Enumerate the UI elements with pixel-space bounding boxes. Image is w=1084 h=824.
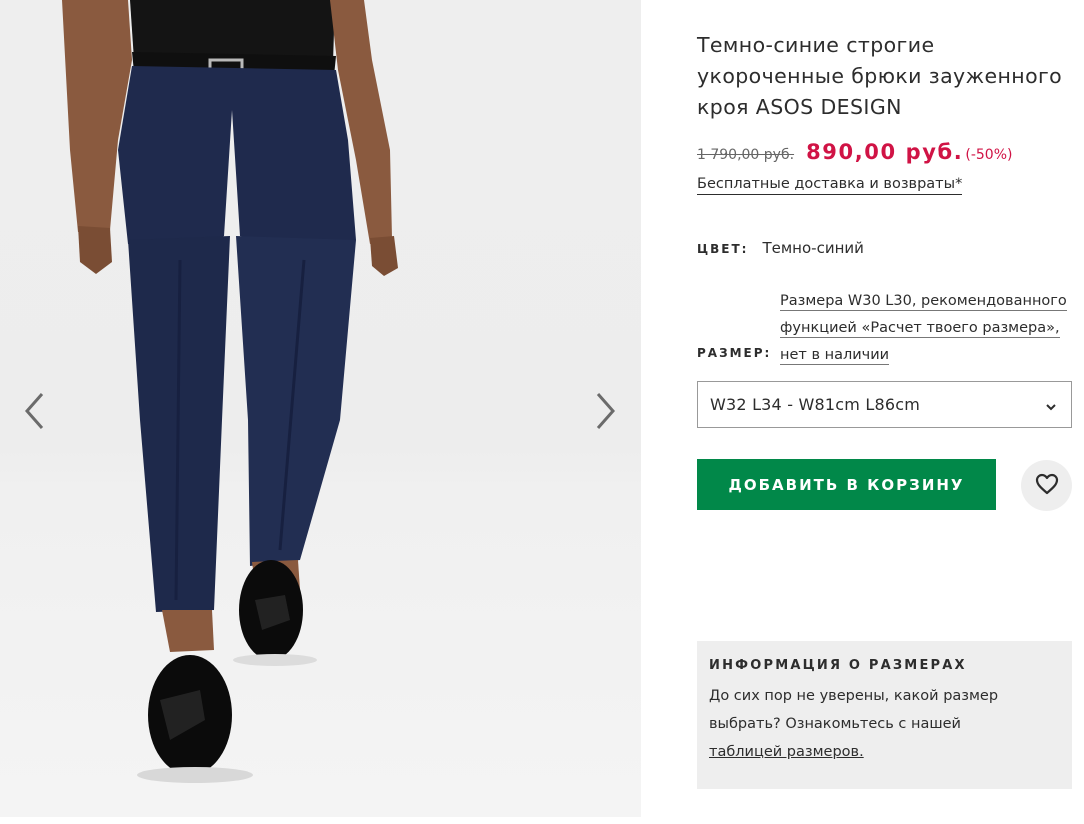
gallery-prev-button[interactable] [14,388,54,438]
size-recommendation-note[interactable]: Размера W30 L30, рекомендованного функци… [780,288,1080,369]
chevron-down-icon [1045,398,1057,417]
product-title: Темно-синие строгие укороченные брюки за… [697,33,1063,119]
product-photo [62,0,398,783]
gallery-next-button[interactable] [586,388,626,438]
product-gallery [0,0,641,817]
chevron-left-icon [23,391,45,435]
product-page: Темно-синие строгие укороченные брюки за… [0,0,1084,824]
size-info-text: До сих пор не уверены, какой размер выбр… [709,682,1060,766]
size-selected-value: W32 L34 - W81cm L86cm [710,395,920,414]
color-row: ЦВЕТ: Темно-синий [697,239,864,257]
size-info-panel: ИНФОРМАЦИЯ О РАЗМЕРАХ До сих пор не увер… [697,641,1072,789]
sale-price: 890,00 руб. [806,140,964,164]
free-delivery-link[interactable]: Бесплатные доставка и возвраты* [697,176,963,195]
old-price: 1 790,00 руб. [697,147,795,163]
size-info-description: До сих пор не уверены, какой размер выбр… [709,688,999,732]
heart-icon [1035,473,1059,499]
size-info-heading: ИНФОРМАЦИЯ О РАЗМЕРАХ [709,658,967,673]
color-value: Темно-синий [762,239,864,257]
discount-badge: (-50%) [965,147,1013,163]
size-label: РАЗМЕР: [697,346,772,360]
price-row: 1 790,00 руб. 890,00 руб. (-50%) [697,140,1012,164]
size-note-text: Размера W30 L30, рекомендованного функци… [780,293,1067,365]
size-guide-link[interactable]: таблицей размеров. [709,744,864,760]
add-to-cart-button[interactable]: ДОБАВИТЬ В КОРЗИНУ [697,459,996,510]
size-dropdown[interactable]: W32 L34 - W81cm L86cm [697,381,1072,428]
chevron-right-icon [595,391,617,435]
wishlist-button[interactable] [1021,460,1072,511]
color-label: ЦВЕТ: [697,242,749,256]
